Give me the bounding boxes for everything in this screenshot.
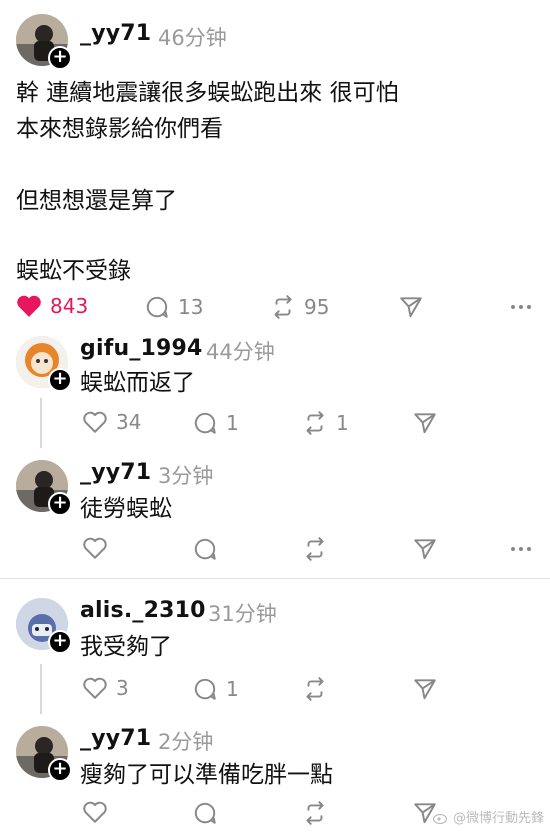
like-button[interactable]: 843 (16, 294, 88, 318)
repost-count: 1 (336, 411, 349, 435)
reply-text: 徒勞蜈蚣 (80, 496, 172, 522)
share-button[interactable] (412, 676, 438, 702)
share-button[interactable] (412, 410, 438, 436)
username[interactable]: _yy71 (80, 21, 151, 46)
like-button[interactable]: 3 (82, 676, 129, 700)
like-button[interactable] (82, 800, 108, 824)
heart-icon (83, 677, 107, 699)
avatar[interactable]: + (16, 14, 72, 70)
username[interactable]: _yy71 (80, 460, 151, 485)
repost-icon (306, 537, 324, 561)
timestamp: 3分钟 (158, 464, 214, 488)
comment-icon (146, 296, 168, 318)
comment-icon (194, 412, 216, 434)
follow-plus-icon[interactable]: + (48, 492, 72, 516)
send-icon (414, 679, 436, 700)
follow-plus-icon[interactable]: + (48, 368, 72, 392)
comment-button[interactable]: 1 (192, 410, 239, 436)
post-text-line-4: 蜈蚣不受錄 (16, 258, 131, 284)
send-icon (400, 297, 422, 318)
username[interactable]: alis._2310 (80, 598, 206, 623)
repost-button[interactable]: 95 (270, 294, 329, 320)
more-icon (511, 547, 531, 551)
repost-button[interactable] (302, 536, 328, 562)
comment-count: 13 (178, 295, 204, 319)
heart-icon (83, 801, 107, 823)
repost-icon (306, 411, 324, 435)
repost-icon (274, 295, 292, 319)
repost-icon (306, 801, 324, 825)
share-button[interactable] (398, 294, 424, 320)
repost-icon (306, 677, 324, 701)
follow-plus-icon[interactable]: + (48, 630, 72, 654)
heart-icon (83, 537, 107, 559)
comment-icon (194, 802, 216, 824)
repost-count: 95 (304, 295, 330, 319)
like-button[interactable]: 34 (82, 410, 141, 434)
weibo-logo-icon (432, 813, 448, 824)
post-text-line-2: 本來想錄影給你們看 (16, 116, 223, 142)
watermark-text: @微博行動先鋒 (452, 811, 544, 826)
repost-button[interactable] (302, 676, 328, 702)
more-icon (511, 305, 531, 309)
follow-plus-icon[interactable]: + (48, 46, 72, 70)
timestamp: 2分钟 (158, 730, 214, 754)
comment-count: 1 (226, 677, 239, 701)
avatar[interactable]: + (16, 598, 72, 654)
heart-icon (83, 411, 107, 433)
more-options-button[interactable] (510, 304, 532, 310)
repost-button[interactable]: 1 (302, 410, 349, 436)
send-icon (414, 413, 436, 434)
timestamp: 44分钟 (206, 340, 275, 364)
username[interactable]: _yy71 (80, 726, 151, 751)
post-text-line-1: 幹 連續地震讓很多蜈蚣跑出來 很可怕 (16, 80, 399, 106)
send-icon (414, 539, 436, 560)
username[interactable]: gifu_1994 (80, 336, 203, 361)
repost-button[interactable] (302, 800, 328, 826)
comment-button[interactable]: 13 (144, 294, 203, 320)
share-button[interactable] (412, 536, 438, 562)
like-count: 34 (116, 410, 142, 434)
timestamp: 46分钟 (158, 26, 227, 50)
like-button[interactable] (82, 536, 108, 560)
reply-text: 我受夠了 (80, 634, 172, 660)
avatar[interactable]: + (16, 460, 72, 516)
thread-line (40, 664, 42, 714)
watermark: @微博行動先鋒 (432, 807, 544, 826)
avatar[interactable]: + (16, 726, 72, 782)
like-count: 843 (50, 294, 89, 318)
follow-plus-icon[interactable]: + (48, 758, 72, 782)
more-options-button[interactable] (510, 546, 532, 552)
comment-count: 1 (226, 411, 239, 435)
thread-line (40, 398, 42, 448)
like-count: 3 (116, 676, 129, 700)
comment-button[interactable] (192, 536, 218, 562)
comment-icon (194, 678, 216, 700)
comment-button[interactable]: 1 (192, 676, 239, 702)
reply-text: 蜈蚣而返了 (80, 370, 195, 396)
heart-filled-icon (17, 295, 41, 317)
comment-button[interactable] (192, 800, 218, 826)
avatar[interactable]: + (16, 336, 72, 392)
post-text-line-3: 但想想還是算了 (16, 188, 177, 214)
timestamp: 31分钟 (208, 602, 277, 626)
comment-icon (194, 538, 216, 560)
reply-text: 瘦夠了可以準備吃胖一點 (80, 762, 333, 788)
divider (0, 578, 550, 579)
